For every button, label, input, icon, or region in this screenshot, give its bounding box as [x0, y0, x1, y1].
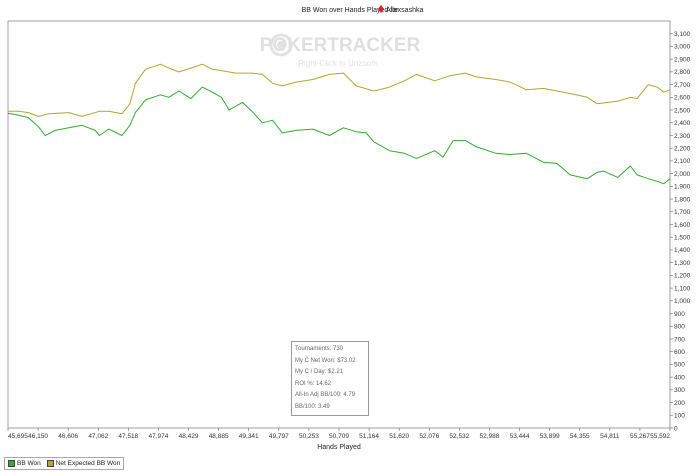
stat-per-day: My C / Day: $2.21: [295, 369, 344, 375]
y-tick-label: 2,400: [674, 120, 691, 127]
y-tick-label: 700: [674, 336, 685, 343]
legend: BB Won Net Expected BB Won: [4, 457, 125, 470]
x-tick-label: 49,341: [239, 433, 259, 440]
watermark-subtitle: Right-Click to Unzoom: [298, 59, 378, 68]
x-tick-label: 45,695: [8, 433, 28, 440]
y-tick-label: 2,900: [674, 56, 691, 63]
y-tick-label: 1,100: [674, 285, 691, 292]
y-tick-label: 3,000: [674, 44, 691, 51]
y-tick-label: 900: [674, 311, 685, 318]
legend-swatch-net-expected: [46, 460, 54, 467]
watermark-brand: POKERTRACKER: [260, 35, 421, 56]
x-tick-label: 52,076: [419, 433, 439, 440]
stat-net-won: My C Net Won: $73.02: [295, 357, 356, 364]
stat-allin-adj: All-In Adj BB/100: 4.79: [295, 392, 356, 398]
y-tick-label: 3,100: [674, 31, 691, 38]
x-tick-label: 54,355: [570, 433, 590, 440]
y-tick-label: 100: [674, 413, 685, 420]
y-tick-label: 1,600: [674, 222, 691, 229]
x-tick-label: 53,444: [510, 433, 530, 440]
y-axis: 0 100 200 300 400 500 600 700 800 900 1,000 1,100 1,…: [670, 31, 691, 432]
x-axis-label: Hands Played: [317, 444, 361, 451]
x-tick-label: 50,253: [299, 433, 319, 440]
x-tick-label: 55,267: [630, 433, 650, 440]
x-tick-label: 47,974: [149, 433, 169, 440]
y-tick-label: 1,300: [674, 260, 691, 267]
y-tick-label: 1,500: [674, 235, 691, 242]
y-tick-label: 600: [674, 349, 685, 356]
y-tick-label: 200: [674, 400, 685, 407]
y-tick-label: 0: [674, 425, 678, 432]
y-tick-label: 2,300: [674, 133, 691, 140]
y-tick-label: 2,500: [674, 107, 691, 114]
y-tick-label: 1,700: [674, 209, 691, 216]
y-tick-label: 800: [674, 324, 685, 331]
stat-roi: ROI %: 14.62: [295, 380, 332, 387]
y-tick-label: 2,200: [674, 145, 691, 152]
x-tick-label: 51,620: [389, 433, 409, 440]
y-tick-label: 300: [674, 387, 685, 394]
y-tick-label: 2,000: [674, 171, 691, 178]
legend-item-net-expected[interactable]: Net Expected BB Won: [46, 460, 121, 467]
legend-label-bb-won: BB Won: [17, 460, 41, 467]
y-tick-label: 1,000: [674, 298, 691, 305]
y-tick-label: 1,400: [674, 247, 691, 254]
x-tick-label: 55,592: [650, 433, 670, 440]
y-tick-label: 400: [674, 374, 685, 381]
legend-swatch-bb-won: [8, 460, 15, 467]
legend-label-net-expected: Net Expected BB Won: [55, 460, 121, 467]
x-tick-label: 52,532: [449, 433, 469, 440]
x-tick-label: 54,811: [600, 433, 620, 440]
y-tick-label: 2,100: [674, 158, 691, 165]
x-tick-label: 46,150: [28, 433, 48, 440]
x-tick-label: 47,518: [118, 433, 138, 440]
x-tick-label: 48,885: [209, 433, 229, 440]
stats-box: Tournaments: 730 My C Net Won: $73.02 My…: [291, 341, 369, 416]
y-tick-label: 1,200: [674, 273, 691, 280]
y-tick-label: 2,800: [674, 69, 691, 76]
y-tick-label: 1,800: [674, 196, 691, 203]
y-tick-label: 2,600: [674, 95, 691, 102]
chart-title: BB Won over Hands Played for: [302, 7, 399, 14]
x-tick-label: 50,709: [329, 433, 349, 440]
x-tick-label: 51,164: [359, 433, 379, 440]
x-tick-label: 53,899: [540, 433, 560, 440]
x-tick-label: 48,429: [179, 433, 199, 440]
x-tick-label: 47,062: [88, 433, 108, 440]
y-tick-label: 2,700: [674, 82, 691, 89]
x-tick-label: 46,606: [58, 433, 78, 440]
player-name: Allexsashka: [386, 7, 423, 14]
y-tick-label: 1,900: [674, 184, 691, 191]
stat-tournaments: Tournaments: 730: [295, 346, 344, 352]
x-tick-label: 52,988: [480, 433, 500, 440]
legend-item-bb-won[interactable]: BB Won: [8, 460, 41, 467]
x-axis: 45,695 46,150 46,606 47,062 47,518 47,974 48,4…: [7, 428, 670, 440]
stat-bb100: BB/100: 3.49: [295, 403, 330, 410]
y-tick-label: 500: [674, 362, 685, 369]
x-tick-label: 49,797: [269, 433, 289, 440]
